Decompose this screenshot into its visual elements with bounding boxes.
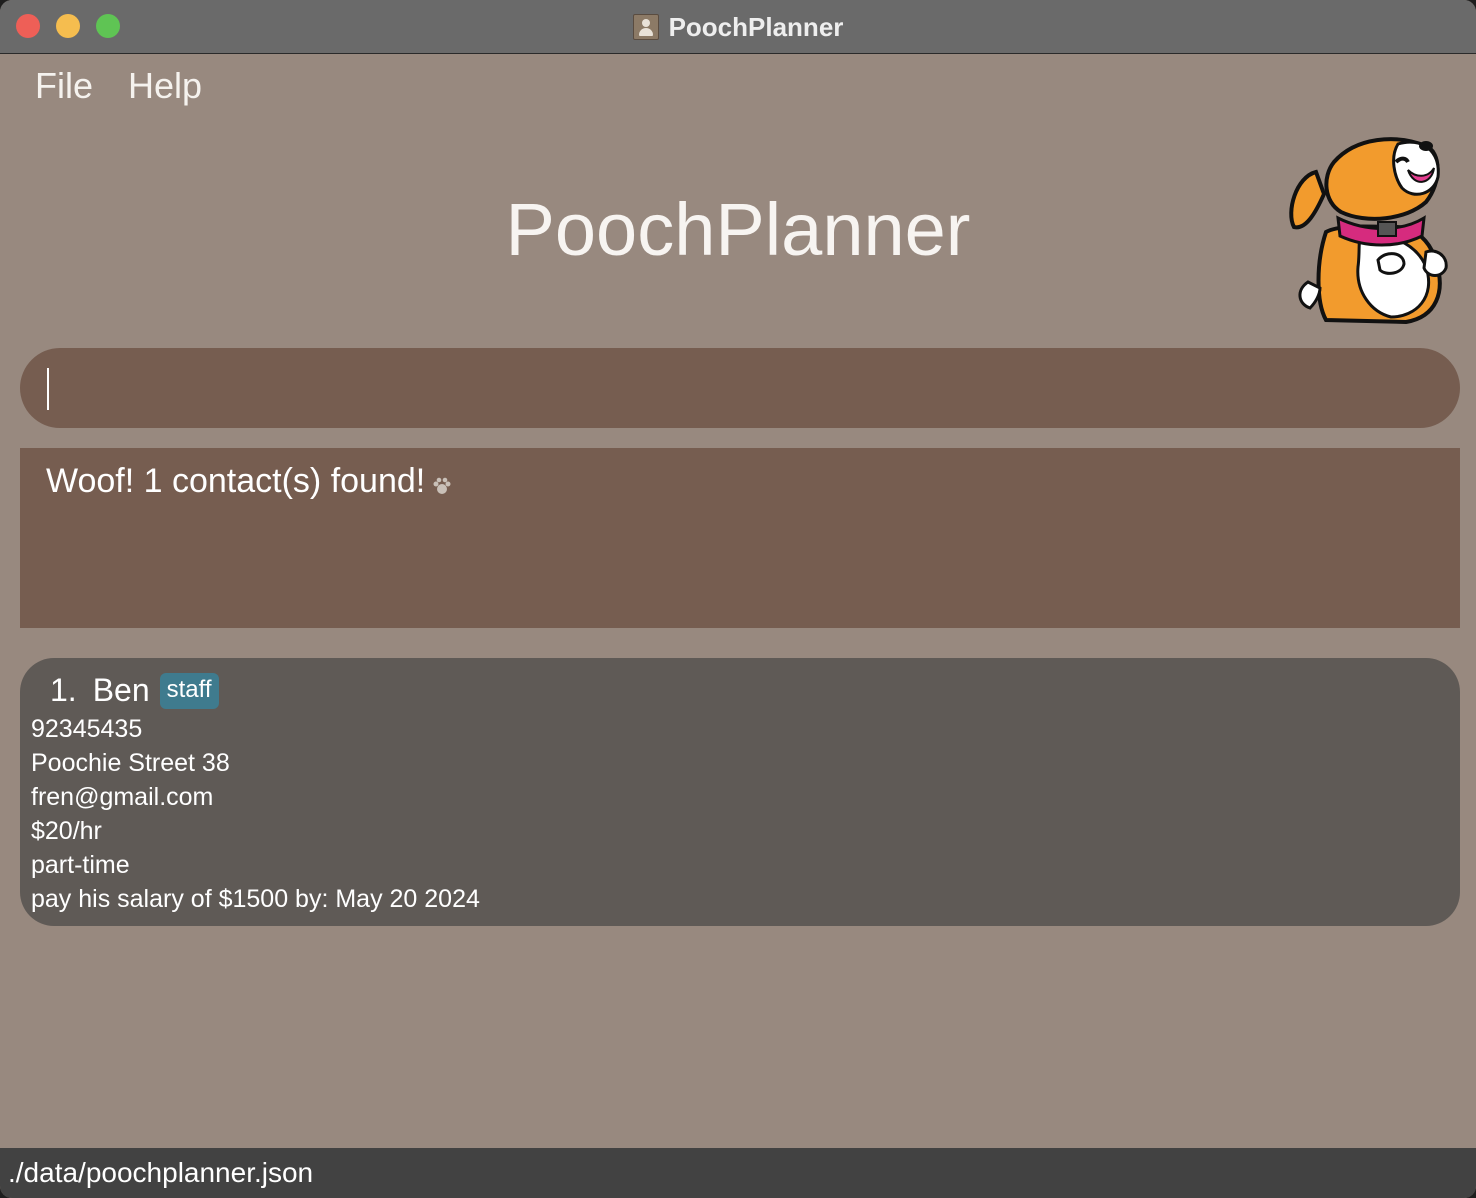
result-display: Woof! 1 contact(s) found!	[20, 448, 1460, 628]
title-bar[interactable]: PoochPlanner	[0, 0, 1476, 54]
corgi-mascot-image	[1289, 137, 1448, 325]
contact-email: fren@gmail.com	[31, 783, 214, 811]
contact-address: Poochie Street 38	[31, 749, 230, 777]
command-input[interactable]	[46, 360, 1430, 418]
command-box[interactable]	[20, 348, 1460, 428]
text-caret	[47, 368, 49, 410]
file-path: ./data/poochplanner.json	[8, 1157, 314, 1188]
menu-help[interactable]: Help	[128, 65, 202, 107]
contact-salary: $20/hr	[31, 817, 102, 845]
contact-phone: 92345435	[31, 715, 143, 743]
app-window: PoochPlanner File Help PoochPlanner Woof…	[0, 0, 1476, 1198]
contact-name: Ben	[92, 672, 150, 708]
menu-file[interactable]: File	[35, 65, 93, 107]
contact-book-icon	[632, 14, 659, 40]
app-title: PoochPlanner	[505, 188, 971, 271]
paw-icon	[433, 477, 451, 494]
window-title-group: PoochPlanner	[0, 0, 1476, 54]
contact-index: 1.	[50, 672, 77, 708]
contact-header: 1. Ben staff	[50, 672, 219, 709]
result-message: Woof! 1 contact(s) found!	[46, 462, 426, 500]
tag-badge: staff	[159, 672, 219, 709]
contact-employment: part-time	[31, 851, 130, 879]
contact-note: pay his salary of $1500 by: May 20 2024	[31, 885, 480, 913]
result-message-group: Woof! 1 contact(s) found!	[46, 462, 453, 501]
status-bar: ./data/poochplanner.json	[0, 1148, 1476, 1198]
window-title: PoochPlanner	[668, 11, 844, 42]
menu-bar: File Help	[0, 55, 1476, 119]
